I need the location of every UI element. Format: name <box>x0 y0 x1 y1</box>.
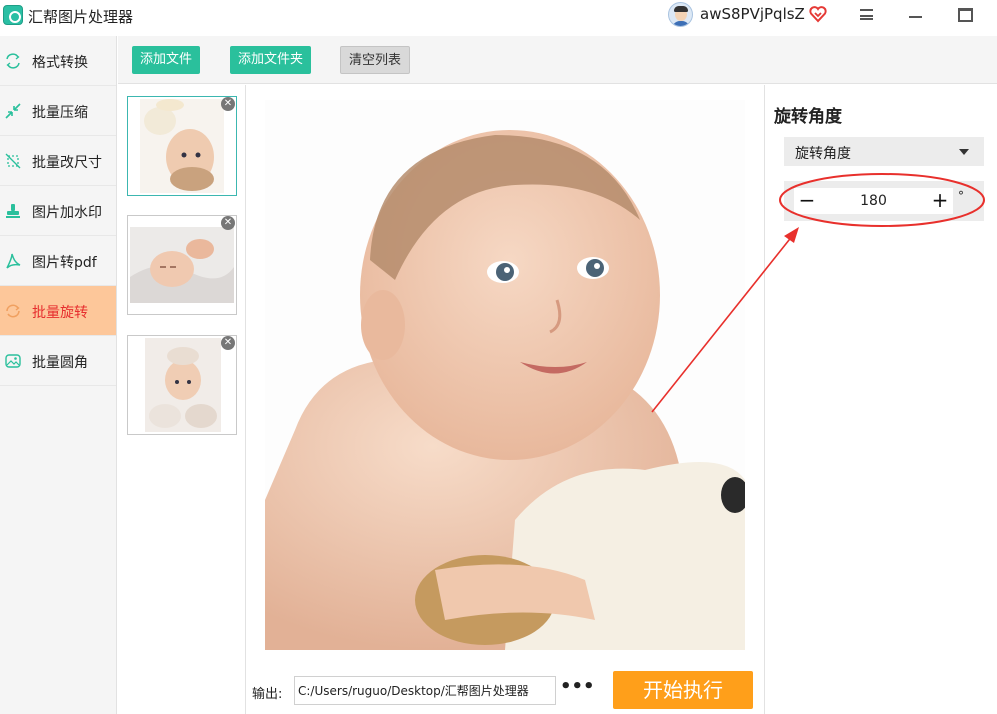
add-folder-button[interactable]: 添加文件夹 <box>230 46 312 74</box>
sidebar-item-label: 格式转换 <box>32 55 88 71</box>
maximize-button[interactable] <box>950 3 980 27</box>
sidebar-item-compress[interactable]: 批量压缩 <box>0 86 116 136</box>
browse-folder-button[interactable]: ••• <box>560 678 595 702</box>
thumbnail-item[interactable]: ✕ <box>127 335 237 435</box>
sidebar: 格式转换 批量压缩 批量改尺寸 图片加水印 图片转pdf 批量旋转 批量圆角 <box>0 36 117 714</box>
sidebar-item-format-convert[interactable]: 格式转换 <box>0 36 116 86</box>
degree-unit: ° <box>958 189 964 203</box>
vip-heart-icon[interactable] <box>809 5 827 23</box>
increase-angle-button[interactable]: + <box>927 188 953 214</box>
sidebar-item-watermark[interactable]: 图片加水印 <box>0 186 116 236</box>
image-preview <box>247 85 763 665</box>
rotate-mode-value: 旋转角度 <box>795 146 851 162</box>
maximize-icon <box>958 8 973 22</box>
app-window: 汇帮图片处理器 awS8PVjPqlsZ 格式转换 批量压缩 批量改尺寸 图片加… <box>0 0 997 714</box>
sidebar-item-label: 图片转pdf <box>32 255 97 271</box>
decrease-angle-button[interactable]: − <box>794 188 820 214</box>
pdf-icon <box>6 253 21 269</box>
sidebar-item-round-corner[interactable]: 批量圆角 <box>0 336 116 386</box>
thumbnail-list: ✕ ✕ ✕ <box>118 85 246 714</box>
rotate-settings-panel: 旋转角度 旋转角度 − + ° <box>764 85 997 714</box>
toolbar: 添加文件 添加文件夹 清空列表 <box>118 36 997 84</box>
start-button[interactable]: 开始执行 <box>613 671 753 709</box>
app-title: 汇帮图片处理器 <box>28 8 134 26</box>
user-name[interactable]: awS8PVjPqlsZ <box>700 5 805 23</box>
sidebar-item-label: 批量旋转 <box>32 305 88 321</box>
app-logo-icon <box>3 5 23 25</box>
sidebar-item-label: 批量改尺寸 <box>32 155 102 171</box>
angle-input[interactable] <box>822 188 925 214</box>
sidebar-item-label: 图片加水印 <box>32 205 102 221</box>
thumbnail-image <box>140 99 224 193</box>
minimize-button[interactable] <box>900 3 930 27</box>
rotate-icon <box>6 304 20 318</box>
angle-stepper-row: − + ° <box>784 181 984 221</box>
thumbnail-item[interactable]: ✕ <box>127 96 237 196</box>
clear-list-button[interactable]: 清空列表 <box>340 46 411 74</box>
add-file-button[interactable]: 添加文件 <box>132 46 201 74</box>
thumbnail-image <box>145 338 221 432</box>
output-path-input[interactable] <box>294 676 556 705</box>
format-convert-icon <box>6 53 20 69</box>
remove-thumbnail-icon[interactable]: ✕ <box>221 97 235 111</box>
sidebar-item-to-pdf[interactable]: 图片转pdf <box>0 236 116 286</box>
preview-image <box>265 100 745 650</box>
sidebar-item-label: 批量圆角 <box>32 355 88 371</box>
compress-icon <box>5 103 21 119</box>
menu-button[interactable] <box>851 3 881 27</box>
remove-thumbnail-icon[interactable]: ✕ <box>221 216 235 230</box>
output-label: 输出: <box>252 687 283 702</box>
stamp-watermark-icon <box>6 204 20 218</box>
panel-title: 旋转角度 <box>774 107 842 127</box>
resize-icon <box>5 153 21 169</box>
image-rounded-icon <box>5 354 21 368</box>
thumbnail-item[interactable]: ✕ <box>127 215 237 315</box>
sidebar-item-rotate[interactable]: 批量旋转 <box>0 286 116 336</box>
angle-stepper: − + <box>794 188 953 214</box>
sidebar-item-resize[interactable]: 批量改尺寸 <box>0 136 116 186</box>
minimize-icon <box>909 16 922 18</box>
title-bar: 汇帮图片处理器 awS8PVjPqlsZ <box>0 0 997 32</box>
sidebar-item-label: 批量压缩 <box>32 105 88 121</box>
hamburger-menu-icon <box>860 9 873 20</box>
remove-thumbnail-icon[interactable]: ✕ <box>221 336 235 350</box>
rotate-mode-select[interactable]: 旋转角度 <box>784 137 984 166</box>
user-avatar[interactable] <box>668 2 693 27</box>
thumbnail-image <box>130 227 234 303</box>
caret-down-icon <box>959 149 969 155</box>
